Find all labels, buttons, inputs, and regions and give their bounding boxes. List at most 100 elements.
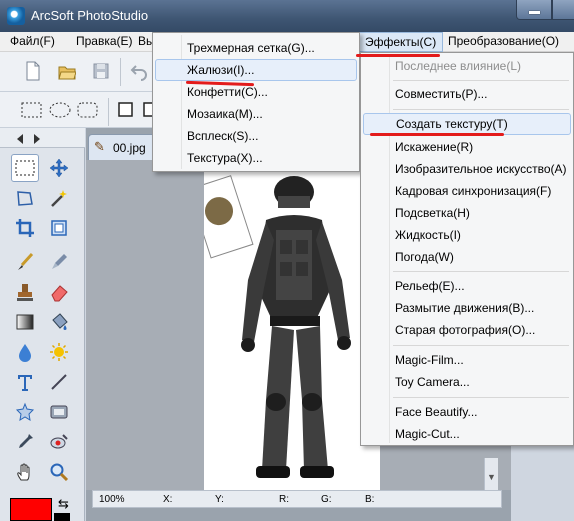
- image-canvas[interactable]: [188, 170, 380, 490]
- menu-effects[interactable]: Эффекты(C): [358, 32, 444, 52]
- text-tool[interactable]: [11, 368, 39, 396]
- menu-item-last-effect[interactable]: Последнее влияние(L): [363, 55, 571, 77]
- magic-wand-tool[interactable]: [45, 184, 73, 212]
- menu-item-liquid[interactable]: Жидкость(I): [363, 224, 571, 246]
- menu-item-toy-camera[interactable]: Toy Camera...: [363, 371, 571, 393]
- save-button[interactable]: [88, 59, 114, 83]
- menu-file[interactable]: Файл(F): [4, 32, 61, 52]
- menu-item-emboss[interactable]: Рельеф(E)...: [363, 275, 571, 297]
- menu-item-combine[interactable]: Совместить(P)...: [363, 83, 571, 105]
- transform-tool[interactable]: [45, 214, 73, 242]
- rect-shape-icon: [50, 405, 68, 419]
- zoom-tool[interactable]: [45, 458, 73, 486]
- hand-icon: [17, 463, 30, 481]
- soldier-photo: [188, 175, 351, 478]
- scroll-down-icon[interactable]: ▼: [487, 472, 496, 482]
- blur-tool[interactable]: [11, 338, 39, 366]
- hand-tool[interactable]: [11, 458, 39, 486]
- lasso-tool[interactable]: [11, 184, 39, 212]
- folder-icon: [58, 66, 76, 80]
- menu-item-face-beautify[interactable]: Face Beautify...: [363, 401, 571, 423]
- y-coord-label: Y:: [215, 494, 224, 505]
- rect-select-icon: [15, 160, 35, 176]
- swap-colors-icon[interactable]: ⇆: [58, 496, 69, 512]
- text-icon: [18, 375, 32, 391]
- menu-item-blinds[interactable]: Жалюзи(I)...: [155, 59, 357, 81]
- tools-panel-header: [0, 128, 85, 148]
- annotation-underline-effects: [356, 54, 440, 57]
- image-file-icon: ✎: [94, 139, 105, 154]
- move-icon: [49, 158, 69, 178]
- foreground-color-swatch[interactable]: [10, 498, 52, 521]
- rounded-selection-mode[interactable]: [76, 100, 100, 120]
- gradient-tool[interactable]: [11, 308, 39, 336]
- title-bar: ArcSoft PhotoStudio: [0, 0, 574, 32]
- shape-tool[interactable]: [11, 398, 39, 426]
- window-title: ArcSoft PhotoStudio: [31, 8, 149, 23]
- crop-tool[interactable]: [11, 214, 39, 242]
- minimize-button[interactable]: [516, 0, 552, 20]
- menu-item-mosaic[interactable]: Мозаика(M)...: [155, 103, 357, 125]
- menu-item-weather[interactable]: Погода(W): [363, 246, 571, 268]
- rect-selection-mode[interactable]: [20, 100, 44, 120]
- maximize-button[interactable]: [552, 0, 574, 20]
- red-eye-icon: [50, 434, 68, 449]
- menu-item-magic-film[interactable]: Magic-Film...: [363, 349, 571, 371]
- menu-item-confetti[interactable]: Конфетти(C)...: [155, 81, 357, 103]
- color-picker-tool[interactable]: [11, 428, 39, 456]
- vertical-scrollbar[interactable]: ▼: [484, 458, 498, 490]
- brush-tool[interactable]: [11, 248, 39, 276]
- ellipse-marquee-icon: [49, 102, 71, 118]
- panel-arrows-icon[interactable]: [14, 130, 44, 148]
- rounded-marquee-icon: [77, 102, 98, 118]
- magic-wand-icon: [51, 190, 67, 207]
- ellipse-selection-mode[interactable]: [48, 100, 72, 120]
- document-tab-label: 00.jpg: [113, 141, 146, 155]
- menu-item-lighting[interactable]: Подсветка(H): [363, 202, 571, 224]
- red-value-label: R:: [279, 494, 289, 505]
- menu-item-create-texture[interactable]: Создать текстуру(T): [363, 113, 571, 135]
- sun-icon: [50, 343, 68, 361]
- rect-marquee-icon: [21, 102, 42, 118]
- lasso-icon: [17, 191, 33, 206]
- menu-edit[interactable]: Правка(E): [70, 32, 139, 52]
- menu-item-old-photo[interactable]: Старая фотография(O)...: [363, 319, 571, 341]
- menu-item-magic-cut[interactable]: Magic-Cut...: [363, 423, 571, 445]
- menu-item-splash[interactable]: Всплеск(S)...: [155, 125, 357, 147]
- blue-value-label: B:: [365, 494, 375, 505]
- rect-shape-tool[interactable]: [45, 398, 73, 426]
- eraser-icon: [51, 285, 68, 302]
- red-eye-tool[interactable]: [45, 428, 73, 456]
- new-file-icon: [26, 61, 40, 81]
- open-button[interactable]: [54, 59, 80, 83]
- rect-select-tool[interactable]: [11, 154, 39, 182]
- menu-item-3d-grid[interactable]: Трехмерная сетка(G)...: [155, 37, 357, 59]
- stamp-icon: [17, 284, 33, 301]
- transform-icon: [51, 220, 67, 236]
- brightness-tool[interactable]: [45, 338, 73, 366]
- menu-transform[interactable]: Преобразование(O): [442, 32, 565, 52]
- pipette-icon: [19, 434, 33, 448]
- bucket-tool[interactable]: [45, 308, 73, 336]
- menu-item-fine-art[interactable]: Изобразительное искусство(A): [363, 158, 571, 180]
- menu-item-distortion[interactable]: Искажение(R): [363, 136, 571, 158]
- line-tool[interactable]: [45, 368, 73, 396]
- status-bar: 100% X: Y: R: G: B:: [92, 490, 502, 508]
- new-selection-mode[interactable]: [114, 100, 138, 120]
- menu-item-motion-blur[interactable]: Размытие движения(B)...: [363, 297, 571, 319]
- new-button[interactable]: [20, 59, 46, 83]
- menu-item-frame-sync[interactable]: Кадровая синхронизация(F): [363, 180, 571, 202]
- eraser-tool[interactable]: [45, 278, 73, 306]
- square-icon: [118, 102, 133, 117]
- zoom-icon: [50, 463, 69, 482]
- undo-button[interactable]: [126, 59, 152, 83]
- move-tool[interactable]: [45, 154, 73, 182]
- undo-icon: [130, 65, 147, 81]
- background-color-swatch[interactable]: [54, 513, 70, 521]
- zoom-readout: 100%: [99, 494, 125, 505]
- stamp-tool[interactable]: [11, 278, 39, 306]
- eyedropper-tool[interactable]: [45, 248, 73, 276]
- brush-icon: [18, 252, 34, 270]
- menu-item-texture[interactable]: Текстура(X)...: [155, 147, 357, 169]
- gradient-icon: [16, 314, 34, 330]
